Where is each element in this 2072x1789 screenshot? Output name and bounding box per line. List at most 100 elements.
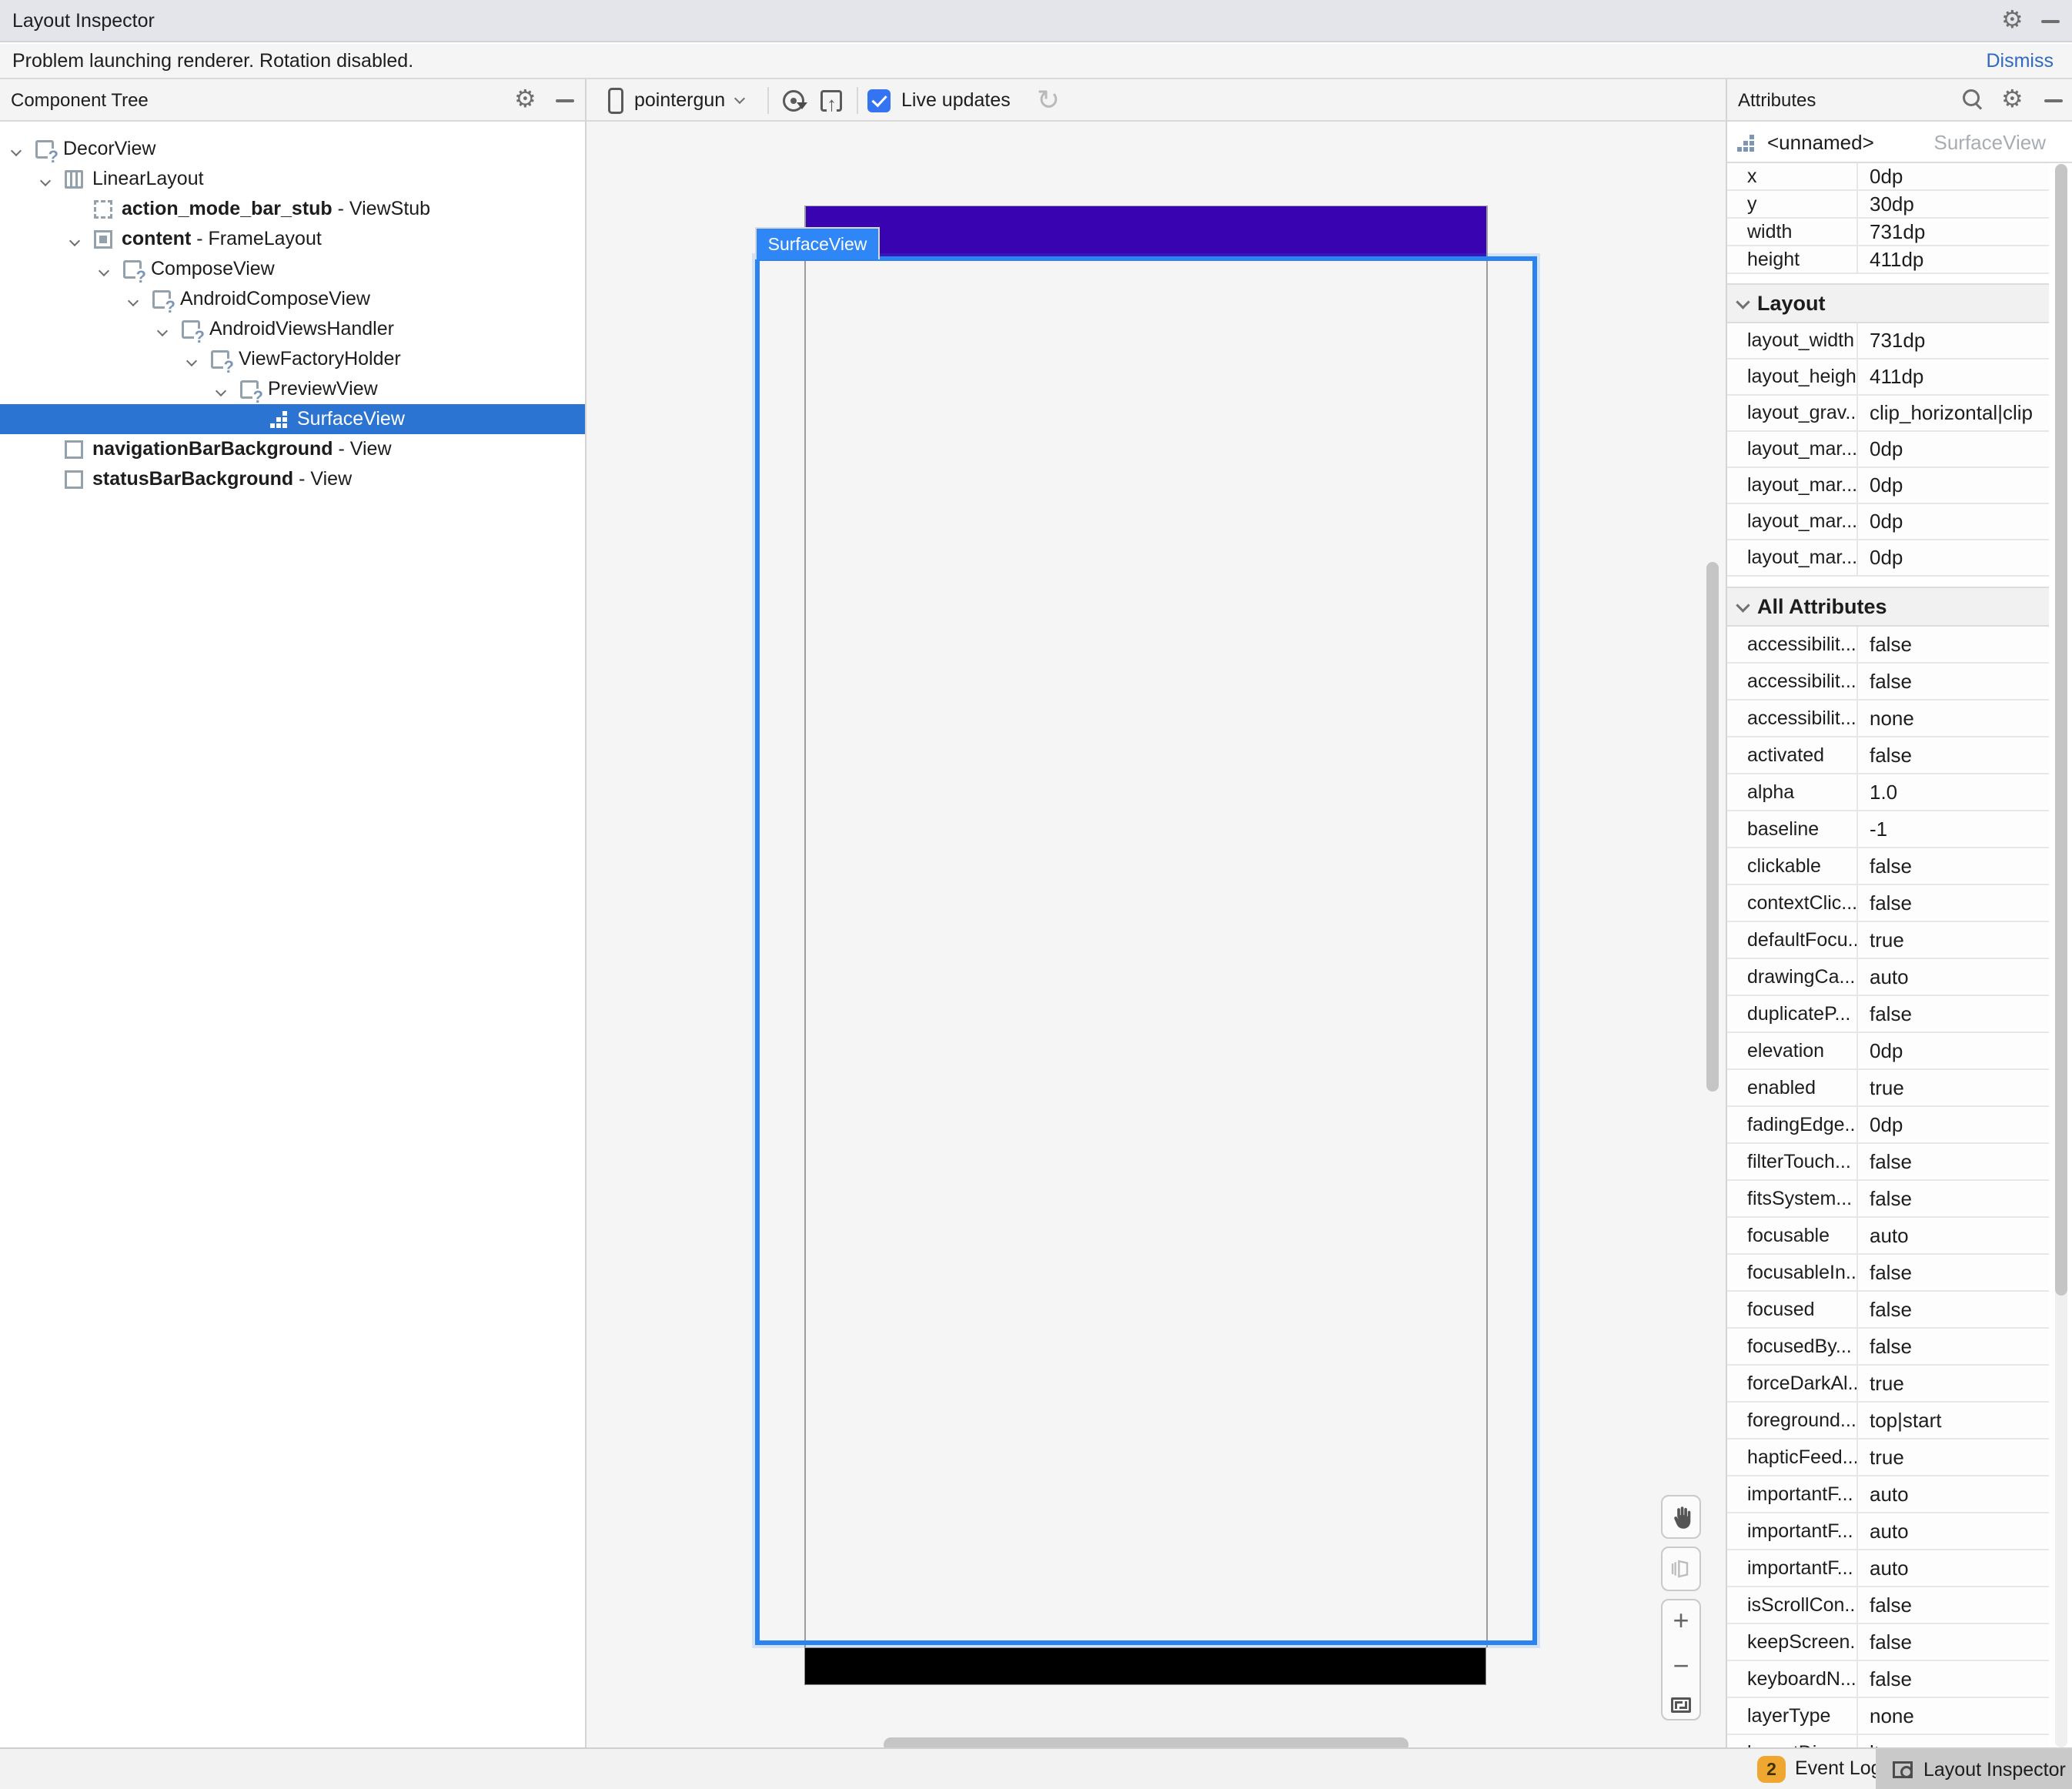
attribute-value[interactable]: auto [1856, 1476, 2049, 1512]
dismiss-link[interactable]: Dismiss [1987, 50, 2054, 72]
tree-expand-slot[interactable] [9, 138, 35, 160]
tree-node[interactable]: PreviewView [0, 374, 585, 404]
attribute-value[interactable]: false [1856, 664, 2049, 699]
canvas-vertical-scrollbar[interactable] [1706, 562, 1719, 1092]
attribute-name: fadingEdge... [1727, 1107, 1856, 1142]
attribute-value[interactable]: false [1856, 1329, 2049, 1364]
attribute-value[interactable]: auto [1856, 1513, 2049, 1549]
event-log-tab[interactable]: Event Log [1795, 1757, 1882, 1780]
attribute-value[interactable]: false [1856, 737, 2049, 773]
canvas-horizontal-scrollbar[interactable] [884, 1737, 1409, 1747]
tree-expand-slot[interactable] [38, 168, 65, 190]
tree-expand-slot[interactable] [126, 288, 152, 310]
attribute-value[interactable]: false [1856, 848, 2049, 884]
attribute-value[interactable]: 411dp [1856, 246, 2049, 273]
attribute-value[interactable]: 0dp [1856, 1107, 2049, 1142]
tree-node[interactable]: SurfaceView [0, 404, 585, 434]
attribute-value[interactable]: false [1856, 1181, 2049, 1216]
attribute-value[interactable]: 0dp [1856, 1033, 2049, 1068]
device-selector[interactable]: pointergun [608, 79, 744, 122]
attribute-value[interactable]: false [1856, 627, 2049, 662]
attribute-value[interactable]: none [1856, 701, 2049, 736]
live-updates-checkbox[interactable] [867, 89, 891, 112]
attribute-value[interactable]: 731dp [1856, 323, 2049, 358]
attribute-value[interactable]: false [1856, 996, 2049, 1032]
chevron-down-icon[interactable] [40, 176, 51, 186]
settings-gear-icon[interactable]: ⚙ [2001, 7, 2024, 32]
chevron-down-icon[interactable] [186, 356, 197, 366]
attribute-value[interactable]: 0dp [1856, 540, 2049, 575]
attribute-value[interactable]: false [1856, 1661, 2049, 1697]
attribute-value[interactable]: 0dp [1856, 504, 2049, 539]
chevron-down-icon[interactable] [157, 326, 168, 336]
layout-inspector-tab[interactable]: Layout Inspector [1876, 1749, 2072, 1789]
chevron-down-icon[interactable] [69, 236, 80, 246]
tree-node[interactable]: navigationBarBackground - View [0, 434, 585, 464]
attribute-value[interactable]: auto [1856, 959, 2049, 995]
attributes-minimize-icon[interactable] [2044, 99, 2063, 102]
attribute-value[interactable]: none [1856, 1698, 2049, 1734]
refresh-button[interactable]: ↻ [1037, 79, 1060, 122]
attribute-value[interactable]: false [1856, 1255, 2049, 1290]
attribute-value[interactable]: true [1856, 922, 2049, 958]
tree-expand-slot[interactable] [155, 318, 182, 340]
chevron-down-icon[interactable] [11, 145, 22, 156]
attribute-value[interactable]: true [1856, 1440, 2049, 1475]
section-header-layout[interactable]: Layout [1727, 283, 2049, 323]
attribute-value[interactable]: 0dp [1856, 163, 2049, 189]
minimize-icon[interactable] [2041, 20, 2060, 23]
attribute-value[interactable]: 30dp [1856, 191, 2049, 217]
tree-node[interactable]: ComposeView [0, 254, 585, 284]
snapshot-button[interactable] [820, 79, 842, 122]
app-status-bar-render[interactable] [804, 206, 1486, 256]
zoom-out-button[interactable]: − [1673, 1652, 1689, 1680]
layer-mode-button[interactable] [1661, 1547, 1701, 1591]
tree-node[interactable]: statusBarBackground - View [0, 464, 585, 494]
device-canvas[interactable]: SurfaceView + − [587, 122, 1726, 1747]
tree-expand-slot[interactable] [214, 378, 240, 400]
attribute-value[interactable]: clip_horizontal|clip [1856, 396, 2049, 430]
selection-bounds[interactable] [755, 256, 1537, 1645]
attribute-value[interactable]: auto [1856, 1218, 2049, 1253]
zoom-in-button[interactable]: + [1673, 1607, 1689, 1634]
attribute-value[interactable]: 411dp [1856, 359, 2049, 394]
attribute-value[interactable]: -1 [1856, 811, 2049, 847]
attribute-value[interactable]: 731dp [1856, 219, 2049, 245]
chevron-down-icon[interactable] [216, 386, 226, 396]
tree-minimize-icon[interactable] [556, 99, 574, 102]
chevron-down-icon[interactable] [99, 266, 109, 276]
attribute-value[interactable]: auto [1856, 1550, 2049, 1586]
tree-settings-gear-icon[interactable]: ⚙ [514, 86, 536, 111]
tree-node[interactable]: content - FrameLayout [0, 224, 585, 254]
tree-expand-slot[interactable] [97, 258, 123, 280]
attributes-gear-icon[interactable]: ⚙ [2001, 86, 2024, 111]
tree-node[interactable]: LinearLayout [0, 164, 585, 194]
live-updates-toggle[interactable]: Live updates [867, 79, 1011, 122]
search-icon[interactable] [1963, 89, 1983, 109]
tree-node[interactable]: action_mode_bar_stub - ViewStub [0, 194, 585, 224]
attribute-value[interactable]: false [1856, 1292, 2049, 1327]
view-options-button[interactable] [783, 79, 804, 122]
attribute-value[interactable]: 1.0 [1856, 774, 2049, 810]
attribute-value[interactable]: ltr [1856, 1735, 2049, 1747]
navigation-bar-render[interactable] [804, 1647, 1486, 1685]
tree-node[interactable]: AndroidComposeView [0, 284, 585, 314]
tree-node[interactable]: AndroidViewsHandler [0, 314, 585, 344]
chevron-down-icon[interactable] [128, 296, 139, 306]
section-header-all-attributes[interactable]: All Attributes [1727, 587, 2049, 627]
attribute-value[interactable]: true [1856, 1070, 2049, 1105]
tree-node[interactable]: DecorView [0, 134, 585, 164]
attribute-value[interactable]: false [1856, 1144, 2049, 1179]
attribute-value[interactable]: 0dp [1856, 468, 2049, 503]
pan-mode-button[interactable] [1661, 1495, 1701, 1539]
tree-expand-slot[interactable] [68, 228, 94, 250]
tree-expand-slot[interactable] [185, 348, 211, 370]
attribute-value[interactable]: false [1856, 885, 2049, 921]
tree-node[interactable]: ViewFactoryHolder [0, 344, 585, 374]
attribute-value[interactable]: 0dp [1856, 432, 2049, 466]
zoom-to-fit-button[interactable] [1671, 1697, 1691, 1713]
attribute-value[interactable]: true [1856, 1366, 2049, 1401]
attribute-value[interactable]: false [1856, 1624, 2049, 1660]
attribute-value[interactable]: false [1856, 1587, 2049, 1623]
attribute-value[interactable]: top|start [1856, 1403, 2049, 1438]
